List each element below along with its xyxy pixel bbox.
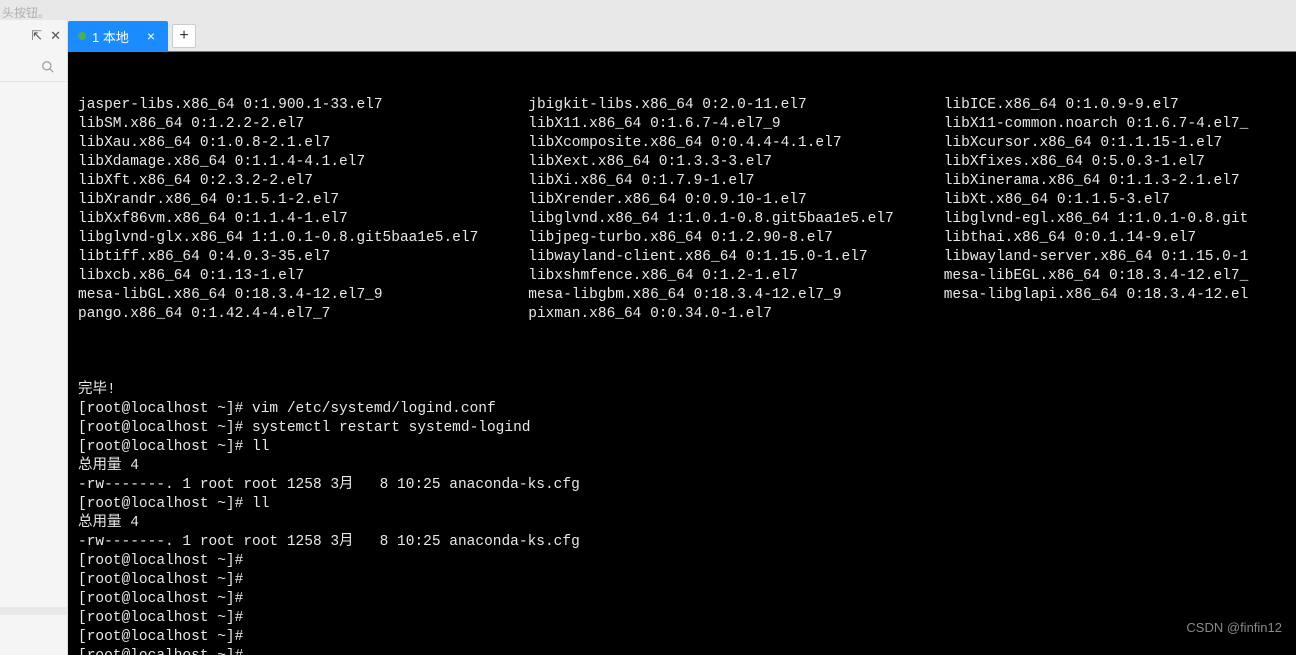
package-line: libXrandr.x86_64 0:1.5.1-2.el7: [78, 191, 478, 210]
search-icon: [41, 60, 55, 74]
package-line: libthai.x86_64 0:0.1.14-9.el7: [944, 229, 1249, 248]
package-line: libXfixes.x86_64 0:5.0.3-1.el7: [944, 153, 1249, 172]
package-line: libxshmfence.x86_64 0:1.2-1.el7: [528, 267, 893, 286]
terminal-line: [root@localhost ~]# ll: [78, 495, 1286, 514]
package-col-1: jasper-libs.x86_64 0:1.900.1-33.el7libSM…: [78, 96, 478, 324]
package-line: libXxf86vm.x86_64 0:1.1.4-1.el7: [78, 210, 478, 229]
package-line: libICE.x86_64 0:1.0.9-9.el7: [944, 96, 1249, 115]
package-line: pixman.x86_64 0:0.34.0-1.el7: [528, 305, 893, 324]
terminal-line: 总用量 4: [78, 514, 1286, 533]
content: 1 本地 × + jasper-libs.x86_64 0:1.900.1-33…: [68, 20, 1296, 655]
package-col-3: libICE.x86_64 0:1.0.9-9.el7libX11-common…: [944, 96, 1249, 324]
package-line: libXdamage.x86_64 0:1.1.4-4.1.el7: [78, 153, 478, 172]
terminal-line: [78, 362, 1286, 381]
terminal-line: [root@localhost ~]# ll: [78, 438, 1286, 457]
package-line: libXcomposite.x86_64 0:0.4.4-4.1.el7: [528, 134, 893, 153]
sidebar-controls: ⇱ ✕: [0, 20, 67, 52]
terminal-line: [root@localhost ~]#: [78, 647, 1286, 655]
terminal[interactable]: jasper-libs.x86_64 0:1.900.1-33.el7libSM…: [68, 52, 1296, 655]
package-line: jbigkit-libs.x86_64 0:2.0-11.el7: [528, 96, 893, 115]
terminal-line: 完毕!: [78, 381, 1286, 400]
package-line: libglvnd.x86_64 1:1.0.1-0.8.git5baa1e5.e…: [528, 210, 893, 229]
sidebar: ⇱ ✕: [0, 20, 68, 655]
package-line: libXcursor.x86_64 0:1.1.15-1.el7: [944, 134, 1249, 153]
package-line: libXau.x86_64 0:1.0.8-2.1.el7: [78, 134, 478, 153]
hint-text: 头按钮。: [2, 4, 50, 21]
terminal-line: [root@localhost ~]#: [78, 571, 1286, 590]
package-line: libXft.x86_64 0:2.3.2-2.el7: [78, 172, 478, 191]
package-line: libwayland-server.x86_64 0:1.15.0-1: [944, 248, 1249, 267]
tab-close-icon[interactable]: ×: [147, 28, 155, 44]
package-line: pango.x86_64 0:1.42.4-4.el7_7: [78, 305, 478, 324]
package-line: libSM.x86_64 0:1.2.2-2.el7: [78, 115, 478, 134]
package-line: libXinerama.x86_64 0:1.1.3-2.1.el7: [944, 172, 1249, 191]
terminal-line: [root@localhost ~]#: [78, 590, 1286, 609]
pin-icon[interactable]: ⇱: [31, 28, 42, 44]
package-line: libX11-common.noarch 0:1.6.7-4.el7_: [944, 115, 1249, 134]
close-icon[interactable]: ✕: [50, 28, 61, 44]
package-line: libwayland-client.x86_64 0:1.15.0-1.el7: [528, 248, 893, 267]
package-line: mesa-libgbm.x86_64 0:18.3.4-12.el7_9: [528, 286, 893, 305]
package-line: libXi.x86_64 0:1.7.9-1.el7: [528, 172, 893, 191]
sidebar-break: [0, 607, 67, 615]
package-line: mesa-libglapi.x86_64 0:18.3.4-12.el: [944, 286, 1249, 305]
package-col-2: jbigkit-libs.x86_64 0:2.0-11.el7libX11.x…: [528, 96, 893, 324]
package-line: libglvnd-egl.x86_64 1:1.0.1-0.8.git: [944, 210, 1249, 229]
main-container: ⇱ ✕ 1 本地 × + jasper-libs.x86_64 0:1.900.…: [0, 0, 1296, 655]
package-line: libX11.x86_64 0:1.6.7-4.el7_9: [528, 115, 893, 134]
tab-bar: 1 本地 × +: [68, 20, 1296, 52]
terminal-line: -rw-------. 1 root root 1258 3月 8 10:25 …: [78, 476, 1286, 495]
package-line: mesa-libEGL.x86_64 0:18.3.4-12.el7_: [944, 267, 1249, 286]
package-columns: jasper-libs.x86_64 0:1.900.1-33.el7libSM…: [78, 96, 1286, 324]
tab-label: 1 本地: [92, 27, 129, 46]
terminal-line: [root@localhost ~]#: [78, 552, 1286, 571]
terminal-line: [root@localhost ~]#: [78, 628, 1286, 647]
terminal-line: 总用量 4: [78, 457, 1286, 476]
new-tab-button[interactable]: +: [172, 24, 196, 48]
package-line: libXext.x86_64 0:1.3.3-3.el7: [528, 153, 893, 172]
terminal-line: [root@localhost ~]# systemctl restart sy…: [78, 419, 1286, 438]
package-line: libglvnd-glx.x86_64 1:1.0.1-0.8.git5baa1…: [78, 229, 478, 248]
terminal-line: -rw-------. 1 root root 1258 3月 8 10:25 …: [78, 533, 1286, 552]
package-line: libjpeg-turbo.x86_64 0:1.2.90-8.el7: [528, 229, 893, 248]
tab-local[interactable]: 1 本地 ×: [68, 21, 168, 51]
package-line: libXrender.x86_64 0:0.9.10-1.el7: [528, 191, 893, 210]
package-line: libxcb.x86_64 0:1.13-1.el7: [78, 267, 478, 286]
package-line: mesa-libGL.x86_64 0:18.3.4-12.el7_9: [78, 286, 478, 305]
package-line: libXt.x86_64 0:1.1.5-3.el7: [944, 191, 1249, 210]
watermark: CSDN @finfin12: [1186, 618, 1282, 637]
package-line: jasper-libs.x86_64 0:1.900.1-33.el7: [78, 96, 478, 115]
terminal-line: [root@localhost ~]# vim /etc/systemd/log…: [78, 400, 1286, 419]
terminal-line: [root@localhost ~]#: [78, 609, 1286, 628]
session-lines: 完毕![root@localhost ~]# vim /etc/systemd/…: [78, 362, 1286, 655]
status-dot-icon: [78, 32, 86, 40]
package-line: libtiff.x86_64 0:4.0.3-35.el7: [78, 248, 478, 267]
search-area[interactable]: [0, 52, 67, 82]
